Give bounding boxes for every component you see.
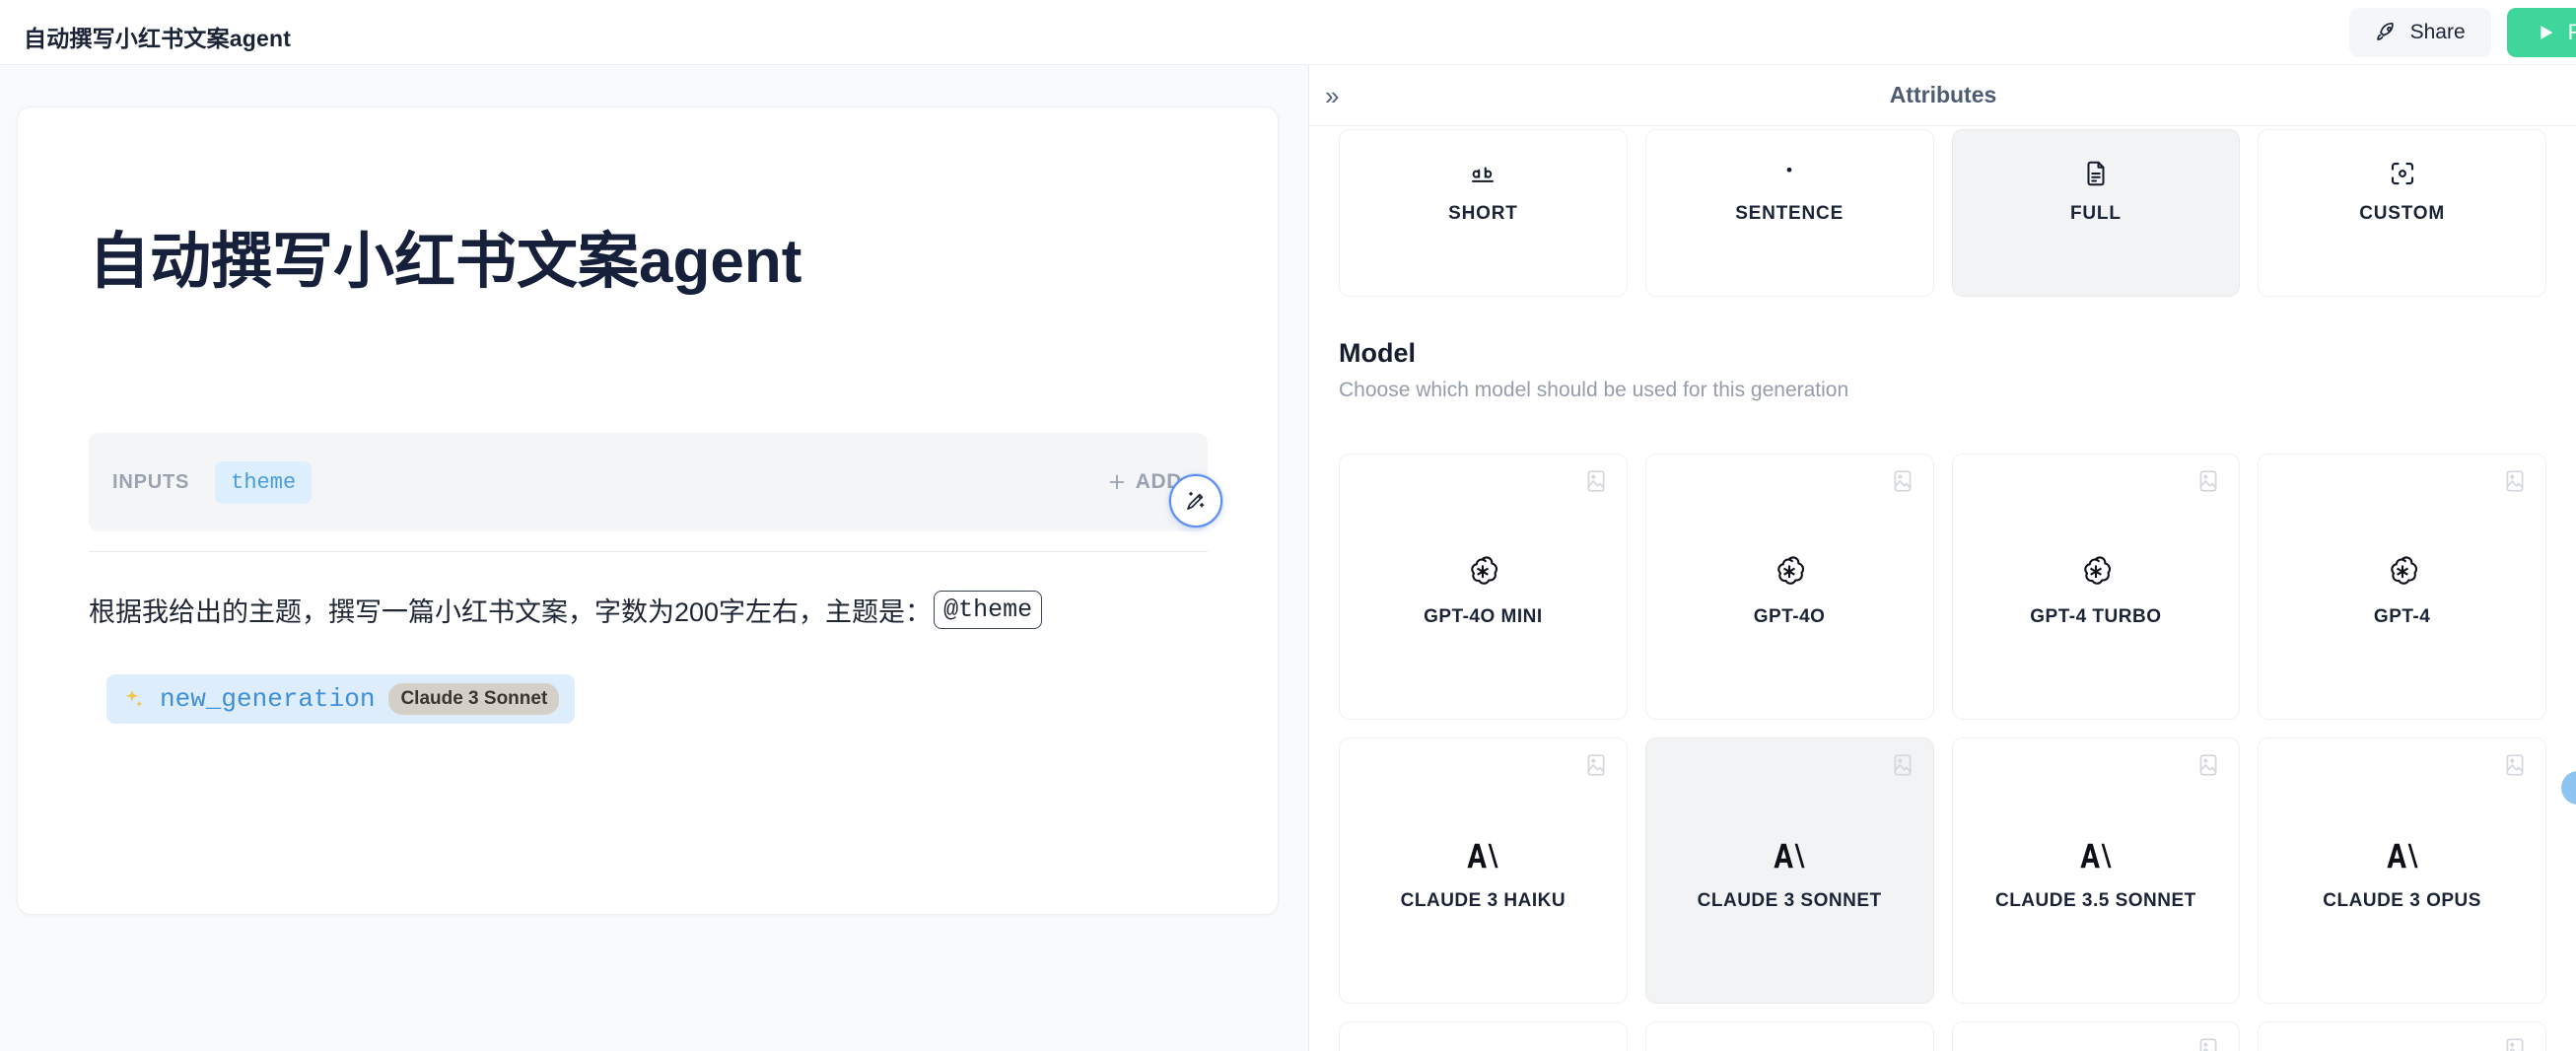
attributes-body: SHORT SENTENCE FULL CUSTOM Model Choose … bbox=[1309, 126, 2576, 1051]
plus-icon bbox=[1106, 471, 1128, 493]
length-option-label: CUSTOM bbox=[2359, 203, 2446, 224]
attributes-title: Attributes bbox=[1889, 82, 1997, 107]
image-placeholder-icon bbox=[2502, 468, 2528, 499]
model-label: GPT-4O MINI bbox=[1424, 606, 1543, 627]
model-card-claude-3-5-sonnet[interactable]: CLAUDE 3.5 SONNET bbox=[1951, 737, 2241, 1004]
length-option-custom[interactable]: CUSTOM bbox=[2258, 129, 2546, 297]
model-card-row3-4[interactable] bbox=[2258, 1021, 2546, 1051]
length-option-short[interactable]: SHORT bbox=[1339, 129, 1628, 297]
image-placeholder-icon bbox=[2195, 752, 2221, 783]
model-card-claude-3-haiku[interactable]: CLAUDE 3 HAIKU bbox=[1339, 737, 1628, 1004]
model-label: CLAUDE 3.5 SONNET bbox=[1994, 890, 2196, 911]
model-label: GPT-4O bbox=[1753, 606, 1826, 627]
play-icon bbox=[2535, 22, 2556, 43]
model-card-gpt-4-turbo[interactable]: GPT-4 TURBO bbox=[1951, 454, 2241, 720]
share-button-label: Share bbox=[2409, 21, 2466, 43]
dot-icon bbox=[1774, 154, 1805, 193]
image-placeholder-icon bbox=[2195, 1036, 2221, 1051]
inputs-bar: INPUTS theme ADD bbox=[89, 433, 1208, 531]
model-grid: GPT-4O MINI GPT-4O GPT-4 TURBO GPT-4 CLA… bbox=[1339, 454, 2546, 1051]
image-placeholder-icon bbox=[1890, 752, 1915, 783]
anthropic-icon bbox=[1769, 829, 1810, 882]
anthropic-icon bbox=[2075, 829, 2117, 882]
image-placeholder-icon bbox=[1890, 468, 1915, 499]
top-bar: 自动撰写小红书文案agent Share Run bbox=[0, 0, 2576, 65]
editor-pane: 自动撰写小红书文案agent INPUTS theme ADD 根据我给出的主题… bbox=[0, 65, 1308, 1051]
model-label: GPT-4 TURBO bbox=[2030, 606, 2162, 627]
prompt-card: 自动撰写小红书文案agent INPUTS theme ADD 根据我给出的主题… bbox=[17, 106, 1279, 915]
prompt-line[interactable]: 根据我给出的主题，撰写一篇小红书文案，字数为200字左右，主题是： @theme bbox=[89, 591, 1043, 629]
card-divider bbox=[89, 551, 1208, 552]
openai-icon bbox=[2383, 545, 2422, 598]
length-option-sentence[interactable]: SENTENCE bbox=[1644, 129, 1934, 297]
input-chip-theme[interactable]: theme bbox=[215, 460, 313, 504]
anthropic-icon bbox=[2382, 829, 2423, 882]
topbar-actions: Share Run bbox=[2348, 8, 2576, 57]
model-card-row3-1[interactable] bbox=[1339, 1021, 1628, 1051]
length-options-grid: SHORT SENTENCE FULL CUSTOM bbox=[1339, 129, 2546, 297]
generation-chip[interactable]: new_generation Claude 3 Sonnet bbox=[106, 674, 576, 724]
length-option-label: FULL bbox=[2070, 203, 2122, 224]
anthropic-icon bbox=[1462, 829, 1503, 882]
model-label: CLAUDE 3 OPUS bbox=[2323, 890, 2481, 911]
length-option-label: SHORT bbox=[1448, 203, 1518, 224]
openai-icon bbox=[1770, 545, 1809, 598]
model-section-title: Model bbox=[1339, 338, 1416, 368]
length-option-full[interactable]: FULL bbox=[1951, 129, 2241, 297]
inputs-label: INPUTS bbox=[112, 470, 190, 493]
model-label: CLAUDE 3 SONNET bbox=[1697, 890, 1882, 911]
ab-underline-icon bbox=[1467, 154, 1498, 193]
chevron-double-right-icon[interactable]: » bbox=[1325, 83, 1339, 108]
model-card-gpt-4o[interactable]: GPT-4O bbox=[1644, 454, 1934, 720]
model-card-gpt-4[interactable]: GPT-4 bbox=[2258, 454, 2546, 720]
magic-wand-icon bbox=[1183, 488, 1209, 514]
app-title: 自动撰写小红书文案agent bbox=[24, 26, 292, 51]
model-card-row3-3[interactable] bbox=[1951, 1021, 2241, 1051]
attributes-header: » Attributes bbox=[1309, 65, 2576, 126]
length-option-label: SENTENCE bbox=[1735, 203, 1845, 224]
image-placeholder-icon bbox=[1583, 468, 1609, 499]
attributes-pane: » Attributes SHORT SENTENCE FULL CUSTOM … bbox=[1308, 65, 2576, 1051]
openai-icon bbox=[1463, 545, 1502, 598]
model-card-claude-3-sonnet[interactable]: CLAUDE 3 SONNET bbox=[1644, 737, 1934, 1004]
generation-model-badge: Claude 3 Sonnet bbox=[388, 683, 560, 715]
prompt-token-theme[interactable]: @theme bbox=[934, 591, 1043, 629]
generation-name: new_generation bbox=[160, 684, 376, 714]
sparkles-icon bbox=[122, 687, 146, 711]
prompt-text: 根据我给出的主题，撰写一篇小红书文案，字数为200字左右，主题是： bbox=[89, 597, 933, 627]
image-placeholder-icon bbox=[2502, 1036, 2528, 1051]
image-placeholder-icon bbox=[1583, 752, 1609, 783]
magic-wand-button[interactable] bbox=[1169, 474, 1222, 527]
document-lines-icon bbox=[2080, 154, 2112, 193]
focus-frame-icon bbox=[2387, 154, 2418, 193]
run-button[interactable]: Run bbox=[2506, 8, 2576, 57]
model-label: GPT-4 bbox=[2373, 606, 2431, 627]
page-body: 自动撰写小红书文案agent INPUTS theme ADD 根据我给出的主题… bbox=[0, 65, 2576, 1051]
rocket-icon bbox=[2375, 21, 2399, 44]
openai-icon bbox=[2076, 545, 2116, 598]
model-card-claude-3-opus[interactable]: CLAUDE 3 OPUS bbox=[2258, 737, 2546, 1004]
run-button-label: Run bbox=[2567, 20, 2576, 44]
model-section-subtitle: Choose which model should be used for th… bbox=[1339, 379, 1849, 401]
model-label: CLAUDE 3 HAIKU bbox=[1400, 890, 1566, 911]
model-card-row3-2[interactable] bbox=[1644, 1021, 1934, 1051]
model-card-gpt-4o-mini[interactable]: GPT-4O MINI bbox=[1339, 454, 1628, 720]
document-title: 自动撰写小红书文案agent bbox=[89, 228, 802, 296]
image-placeholder-icon bbox=[2195, 468, 2221, 499]
share-button[interactable]: Share bbox=[2348, 8, 2491, 57]
image-placeholder-icon bbox=[2502, 752, 2528, 783]
